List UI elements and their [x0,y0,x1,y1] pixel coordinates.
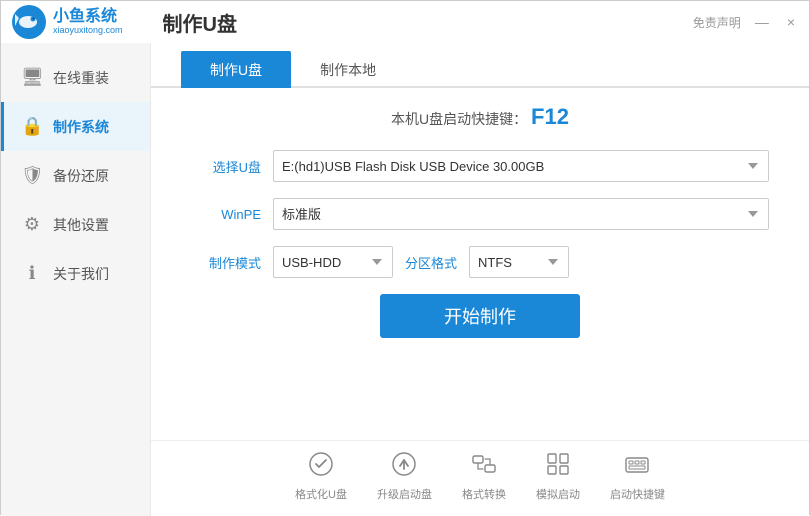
toolbar-format-usb[interactable]: 格式化U盘 [295,451,347,502]
title-bar-left: 小鱼系统 xiaoyuxitong.com 制作U盘 [11,4,237,40]
mode-dropdown[interactable]: USB-HDD [273,246,393,278]
mode-format-row: 制作模式 USB-HDD 分区格式 NTFS [191,246,769,278]
title-bar: 小鱼系统 xiaoyuxitong.com 制作U盘 免责声明 — × [1,1,809,43]
format-usb-icon [308,451,334,482]
sidebar-item-about-us[interactable]: ℹ 关于我们 [1,249,150,298]
page-title: 制作U盘 [163,8,237,37]
format-dropdown[interactable]: NTFS [469,246,569,278]
boot-shortcut-icon [624,451,650,482]
shortcut-hint: 本机U盘启动快捷键： F12 [191,104,769,130]
title-bar-right: 免责声明 — × [693,14,799,31]
format-convert-icon [471,451,497,482]
toolbar-boot-shortcut[interactable]: 启动快捷键 [610,451,665,502]
start-button[interactable]: 开始制作 [380,294,580,338]
usb-select-label: 选择U盘 [191,157,261,176]
shortcut-key: F12 [531,104,569,129]
boot-shortcut-label: 启动快捷键 [610,486,665,502]
info-icon: ℹ [21,263,43,284]
logo-text: 小鱼系统 xiaoyuxitong.com [53,8,123,35]
format-usb-label: 格式化U盘 [295,486,347,502]
sidebar-label-about-us: 关于我们 [53,264,109,284]
sidebar-label-backup-restore: 备份还原 [53,166,109,186]
mode-label: 制作模式 [191,253,261,272]
close-button[interactable]: × [783,15,799,29]
tabs: 制作U盘 制作本地 [151,51,809,88]
form-content: 本机U盘启动快捷键： F12 选择U盘 E:(hd1)USB Flash Dis… [151,88,809,432]
logo-name: 小鱼系统 [53,8,123,26]
sidebar-item-online-reinstall[interactable]: 🖥 在线重装 [1,53,150,102]
sidebar-label-other-settings: 其他设置 [53,215,109,235]
format-label: 分区格式 [405,253,457,272]
gear-icon: ⚙ [21,214,43,235]
tab-make-usb[interactable]: 制作U盘 [181,51,291,88]
simulate-boot-label: 模拟启动 [536,486,580,502]
monitor-icon: 🖥 [21,67,43,88]
disclaimer-link[interactable]: 免责声明 [693,14,741,31]
logo-url: xiaoyuxitong.com [53,26,123,36]
tab-make-local[interactable]: 制作本地 [291,51,405,88]
toolbar-upgrade-boot[interactable]: 升级启动盘 [377,451,432,502]
minimize-button[interactable]: — [751,15,773,29]
toolbar-format-convert[interactable]: 格式转换 [462,451,506,502]
winpe-label: WinPE [191,207,261,222]
lock-icon: 🔒 [21,116,43,137]
content-area: 制作U盘 制作本地 本机U盘启动快捷键： F12 选择U盘 E:(hd1)USB… [151,43,809,516]
sidebar-item-make-system[interactable]: 🔒 制作系统 [1,102,150,151]
sidebar-item-backup-restore[interactable]: 🛡 备份还原 [1,151,150,200]
upgrade-boot-icon [391,451,417,482]
sidebar-label-online-reinstall: 在线重装 [53,68,109,88]
winpe-dropdown[interactable]: 标准版 [273,198,769,230]
bottom-toolbar: 格式化U盘 升级启动盘 [151,440,809,516]
winpe-row: WinPE 标准版 [191,198,769,230]
simulate-boot-icon [545,451,571,482]
toolbar-simulate-boot[interactable]: 模拟启动 [536,451,580,502]
upgrade-boot-label: 升级启动盘 [377,486,432,502]
format-convert-label: 格式转换 [462,486,506,502]
logo-icon [11,4,47,40]
main-layout: 🖥 在线重装 🔒 制作系统 🛡 备份还原 ⚙ 其他设置 ℹ 关于我们 制作U盘 [1,43,809,516]
usb-select-dropdown[interactable]: E:(hd1)USB Flash Disk USB Device 30.00GB [273,150,769,182]
logo: 小鱼系统 xiaoyuxitong.com [11,4,123,40]
shortcut-hint-text: 本机U盘启动快捷键： [391,111,527,127]
sidebar-item-other-settings[interactable]: ⚙ 其他设置 [1,200,150,249]
shield-icon: 🛡 [21,165,43,186]
sidebar: 🖥 在线重装 🔒 制作系统 🛡 备份还原 ⚙ 其他设置 ℹ 关于我们 [1,43,151,516]
usb-select-row: 选择U盘 E:(hd1)USB Flash Disk USB Device 30… [191,150,769,182]
sidebar-label-make-system: 制作系统 [53,117,109,137]
